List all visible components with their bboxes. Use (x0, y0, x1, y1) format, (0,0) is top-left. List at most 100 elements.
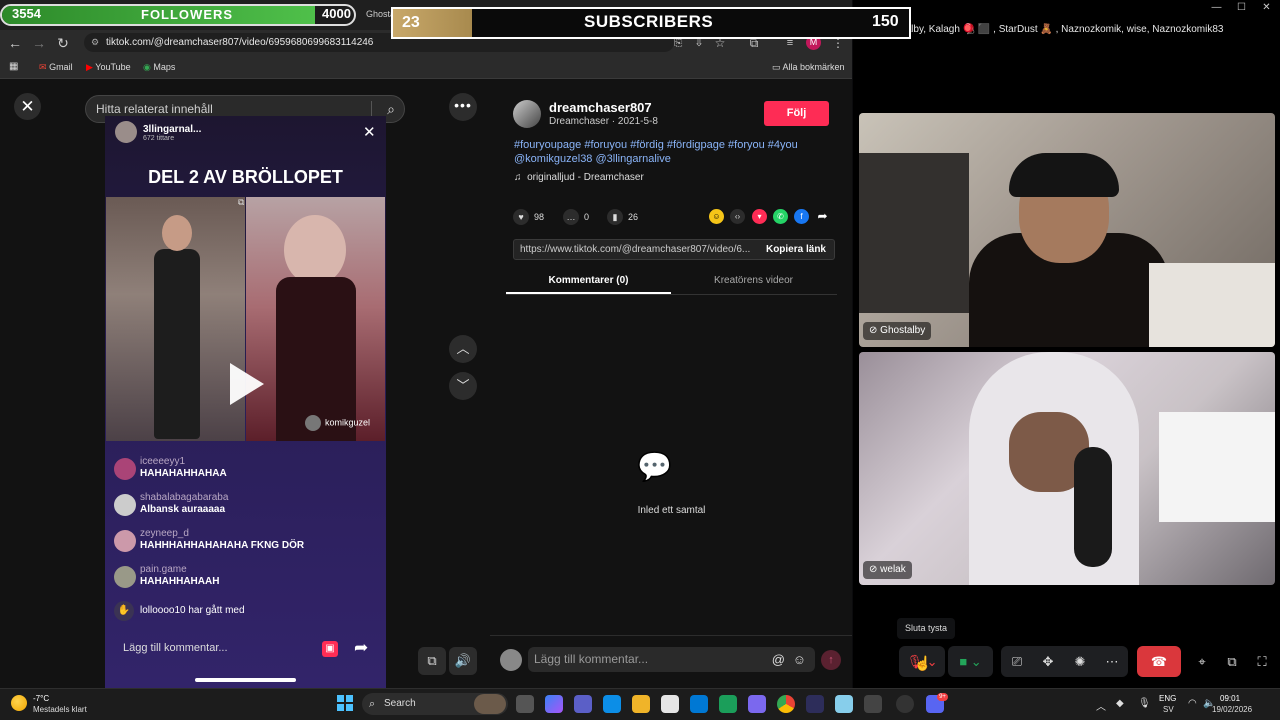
live-close-icon[interactable]: ✕ (363, 123, 376, 141)
sound-link[interactable]: ♫ originalljud - Dreamchaser (514, 172, 644, 183)
language-indicator[interactable]: ENG (1159, 694, 1176, 703)
wifi-icon[interactable]: ◠ (1188, 698, 1197, 709)
user-avatar (500, 649, 522, 671)
tab-divider (506, 294, 837, 295)
mention-icon[interactable]: @ (772, 647, 785, 672)
m365-icon[interactable] (748, 695, 766, 713)
site-info-icon[interactable]: ⚙ (91, 33, 99, 52)
weather-icon[interactable] (11, 695, 27, 711)
more-icon[interactable]: ⋯ (1100, 646, 1124, 677)
clip-user-tag[interactable]: komikguzel (305, 415, 370, 431)
tray-mic-icon[interactable]: 🎙 (1138, 698, 1151, 709)
fullscreen-icon[interactable]: ⛶ (1250, 646, 1274, 677)
task-view-icon[interactable] (516, 695, 534, 713)
home-indicator (195, 678, 296, 682)
obs-icon[interactable] (896, 695, 914, 713)
embed-icon[interactable]: ‹› (730, 209, 745, 224)
like-button[interactable]: ♥ 98 (513, 209, 544, 225)
photos-icon[interactable] (835, 695, 853, 713)
save-button[interactable]: ▮ 26 (607, 209, 638, 225)
keyboard-layout[interactable]: SV (1163, 705, 1174, 714)
video-title: DEL 2 AV BRÖLLOPET (148, 167, 343, 187)
tab-comments[interactable]: Kommentarer (0) (506, 275, 671, 286)
send-icon[interactable]: ▾ (752, 209, 767, 224)
volume-icon[interactable]: 🔊 (449, 647, 477, 675)
start-button[interactable] (337, 695, 353, 711)
all-bookmarks[interactable]: ▭ Alla bokmärken (772, 59, 845, 75)
comment-button[interactable]: … 0 (563, 209, 589, 225)
share-arrow-icon[interactable]: ➦ (815, 209, 830, 224)
close-window-icon[interactable]: ✕ (1259, 2, 1274, 13)
tray-overflow-icon[interactable]: ︿ (1096, 698, 1106, 713)
teams-icon[interactable] (574, 695, 592, 713)
coin-icon[interactable]: ☺ (709, 209, 724, 224)
live-host-name[interactable]: 3llingarnal... (143, 124, 201, 135)
previous-video-button[interactable]: ︿ (449, 335, 477, 363)
bookmark-maps[interactable]: ◉ Maps (143, 59, 175, 75)
facebook-icon[interactable]: f (794, 209, 809, 224)
clock-date[interactable]: 19/02/2026 (1212, 705, 1252, 714)
follow-button[interactable]: Följ (764, 101, 829, 126)
more-options-button[interactable]: ••• (449, 93, 477, 121)
chrome-icon[interactable] (777, 695, 795, 713)
author-avatar[interactable] (513, 100, 541, 128)
play-icon[interactable] (230, 363, 264, 405)
bookmarks-bar: ▦ ✉ Gmail ▶ YouTube ◉ Maps ▭ Alla bokmär… (0, 55, 852, 79)
search-icon[interactable]: ⌕ (387, 96, 395, 122)
reload-icon[interactable]: ↻ (53, 33, 73, 53)
app-icon[interactable] (864, 695, 882, 713)
maps-icon: ◉ (143, 62, 151, 72)
copilot-icon[interactable] (545, 695, 563, 713)
tray-app-icon[interactable]: ◆ (1116, 698, 1124, 709)
comment-input[interactable]: Lägg till kommentar... @ ☺ (528, 647, 815, 672)
miniplayer-icon[interactable]: ⧉ (418, 647, 446, 675)
weather-temp[interactable]: -7°C (33, 694, 49, 703)
soundboard-icon[interactable]: ✺ (1068, 646, 1092, 677)
edge-icon[interactable] (603, 695, 621, 713)
video-link-field[interactable]: https://www.tiktok.com/@dreamchaser807/v… (513, 239, 835, 260)
leave-call-button[interactable]: ☎ (1137, 646, 1181, 677)
minimize-icon[interactable]: — (1209, 2, 1224, 13)
share-icon[interactable]: ➦ (354, 638, 368, 658)
back-icon[interactable]: ← (5, 33, 25, 53)
pin-icon[interactable]: ⌖ (1190, 646, 1214, 677)
outlook-icon[interactable] (690, 695, 708, 713)
gmail-icon: ✉ (39, 62, 47, 72)
mouse-cursor-icon: ☝ (914, 655, 932, 671)
popout-icon[interactable]: ⧉ (1220, 646, 1244, 677)
search-icon: ⌕ (369, 698, 376, 710)
person-hat (1009, 153, 1119, 197)
copy-link-button[interactable]: Kopiera länk (766, 240, 826, 259)
clock-time[interactable]: 09:01 (1220, 694, 1240, 703)
screenshare-icon[interactable]: ⎚ (1005, 646, 1029, 677)
activities-icon[interactable]: ✥ (1036, 646, 1060, 677)
close-video-button[interactable]: ✕ (14, 93, 41, 120)
subscribers-goal: 150 (872, 13, 899, 30)
avatar (114, 494, 136, 516)
apps-grid-icon[interactable]: ▦ (9, 59, 18, 75)
vpn-icon[interactable] (719, 695, 737, 713)
whatsapp-icon[interactable]: ✆ (773, 209, 788, 224)
bookmark-youtube[interactable]: ▶ YouTube (86, 59, 131, 75)
vscode-icon[interactable] (806, 695, 824, 713)
clip-right-frame (246, 197, 385, 441)
video-tile-welak[interactable] (859, 352, 1275, 585)
store-icon[interactable] (661, 695, 679, 713)
bookmark-gmail[interactable]: ✉ Gmail (39, 59, 73, 75)
emoji-icon[interactable]: ☺ (793, 647, 806, 672)
gift-icon[interactable]: ▣ (322, 641, 338, 657)
live-comment-input[interactable]: Lägg till kommentar... (123, 642, 228, 654)
tab-creator-videos[interactable]: Kreatörens videor (671, 275, 836, 286)
subscribers-count: 23 (402, 14, 420, 31)
video-tile-ghostalby[interactable] (859, 113, 1275, 347)
video-hashtags[interactable]: #fouryoupage #foruyou #fördig #fördigpag… (514, 138, 839, 166)
live-host-avatar[interactable] (115, 121, 137, 143)
camera-button[interactable]: ■ ⌄ (948, 646, 993, 677)
file-explorer-icon[interactable] (632, 695, 650, 713)
maximize-icon[interactable]: ☐ (1234, 2, 1249, 13)
next-video-button[interactable]: ﹀ (449, 372, 477, 400)
post-comment-button[interactable]: ↑ (821, 650, 841, 670)
weather-desc[interactable]: Mestadels klart (33, 705, 87, 714)
author-username[interactable]: dreamchaser807 (549, 100, 652, 115)
forward-icon[interactable]: → (29, 33, 49, 53)
